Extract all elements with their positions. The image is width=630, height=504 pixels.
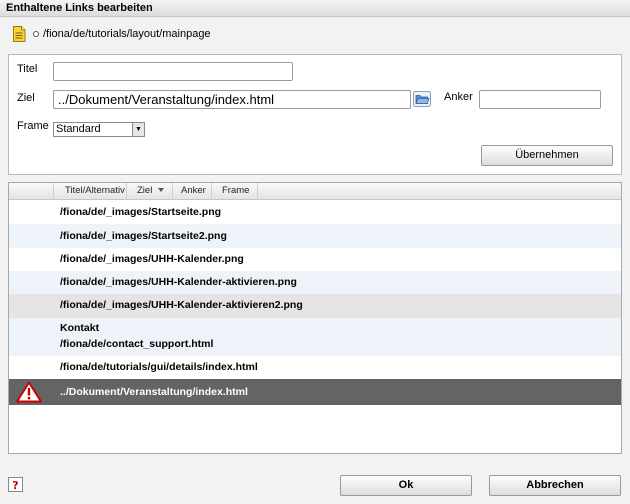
page-radio-icon[interactable]: [33, 31, 39, 37]
chevron-down-icon: ▼: [132, 123, 144, 136]
table-row[interactable]: Kontakt /fiona/de/contact_support.html: [9, 318, 621, 356]
window-title: Enthaltene Links bearbeiten: [0, 0, 630, 17]
ok-button[interactable]: Ok: [340, 475, 472, 496]
row-target: /fiona/de/_images/UHH-Kalender-aktiviere…: [60, 276, 297, 288]
table-header: Titel/Alternativ Ziel Anker Frame: [9, 183, 621, 200]
column-header-ziel-label: Ziel: [137, 185, 153, 196]
anker-label: Anker: [444, 91, 473, 103]
frame-select-value: Standard: [56, 123, 101, 135]
help-icon[interactable]: ?: [8, 477, 23, 492]
ziel-input[interactable]: ../Dokument/Veranstaltung/index.html: [53, 90, 411, 109]
document-icon: [13, 26, 26, 42]
apply-button[interactable]: Übernehmen: [481, 145, 613, 166]
column-divider: [257, 183, 258, 200]
column-divider: [211, 183, 212, 200]
column-header-frame[interactable]: Frame: [222, 183, 249, 200]
row-target: /fiona/de/_images/UHH-Kalender-aktiviere…: [60, 299, 303, 311]
row-target: ../Dokument/Veranstaltung/index.html: [60, 386, 248, 398]
link-edit-form: Titel Ziel ../Dokument/Veranstaltung/ind…: [8, 54, 622, 175]
row-target: /fiona/de/_images/Startseite.png: [60, 206, 222, 218]
table-row[interactable]: /fiona/de/_images/Startseite.png: [9, 200, 621, 224]
frame-select[interactable]: Standard ▼: [53, 122, 145, 137]
sort-down-icon: [158, 188, 165, 193]
folder-open-icon[interactable]: [413, 91, 431, 107]
row-target: /fiona/de/contact_support.html: [60, 338, 214, 350]
column-divider: [126, 183, 127, 200]
table-row[interactable]: /fiona/de/tutorials/gui/details/index.ht…: [9, 356, 621, 379]
row-title: Kontakt: [60, 322, 100, 334]
table-row-selected[interactable]: ../Dokument/Veranstaltung/index.html: [9, 379, 621, 405]
table-row[interactable]: /fiona/de/_images/UHH-Kalender-aktiviere…: [9, 271, 621, 294]
table-row[interactable]: /fiona/de/_images/Startseite2.png: [9, 224, 621, 248]
column-header-ziel[interactable]: Ziel: [137, 183, 165, 200]
row-target: /fiona/de/_images/Startseite2.png: [60, 230, 227, 242]
column-divider: [172, 183, 173, 200]
titel-input[interactable]: [53, 62, 293, 81]
anker-input[interactable]: [479, 90, 601, 109]
svg-text:?: ?: [12, 479, 18, 492]
row-target: /fiona/de/_images/UHH-Kalender.png: [60, 253, 244, 265]
table-row[interactable]: /fiona/de/_images/UHH-Kalender.png: [9, 248, 621, 271]
row-target: /fiona/de/tutorials/gui/details/index.ht…: [60, 361, 258, 373]
page-path: /fiona/de/tutorials/layout/mainpage: [12, 26, 211, 42]
ziel-label: Ziel: [17, 92, 35, 104]
table-row[interactable]: /fiona/de/_images/UHH-Kalender-aktiviere…: [9, 294, 621, 318]
column-header-titel[interactable]: Titel/Alternativ: [65, 183, 125, 200]
column-header-anker[interactable]: Anker: [181, 183, 206, 200]
column-divider: [53, 183, 54, 200]
cancel-button[interactable]: Abbrechen: [489, 475, 621, 496]
links-table: Titel/Alternativ Ziel Anker Frame /fiona…: [8, 182, 622, 454]
frame-label: Frame: [17, 120, 49, 132]
page-path-text: /fiona/de/tutorials/layout/mainpage: [43, 28, 211, 40]
warning-icon: [16, 381, 42, 403]
titel-label: Titel: [17, 63, 38, 75]
